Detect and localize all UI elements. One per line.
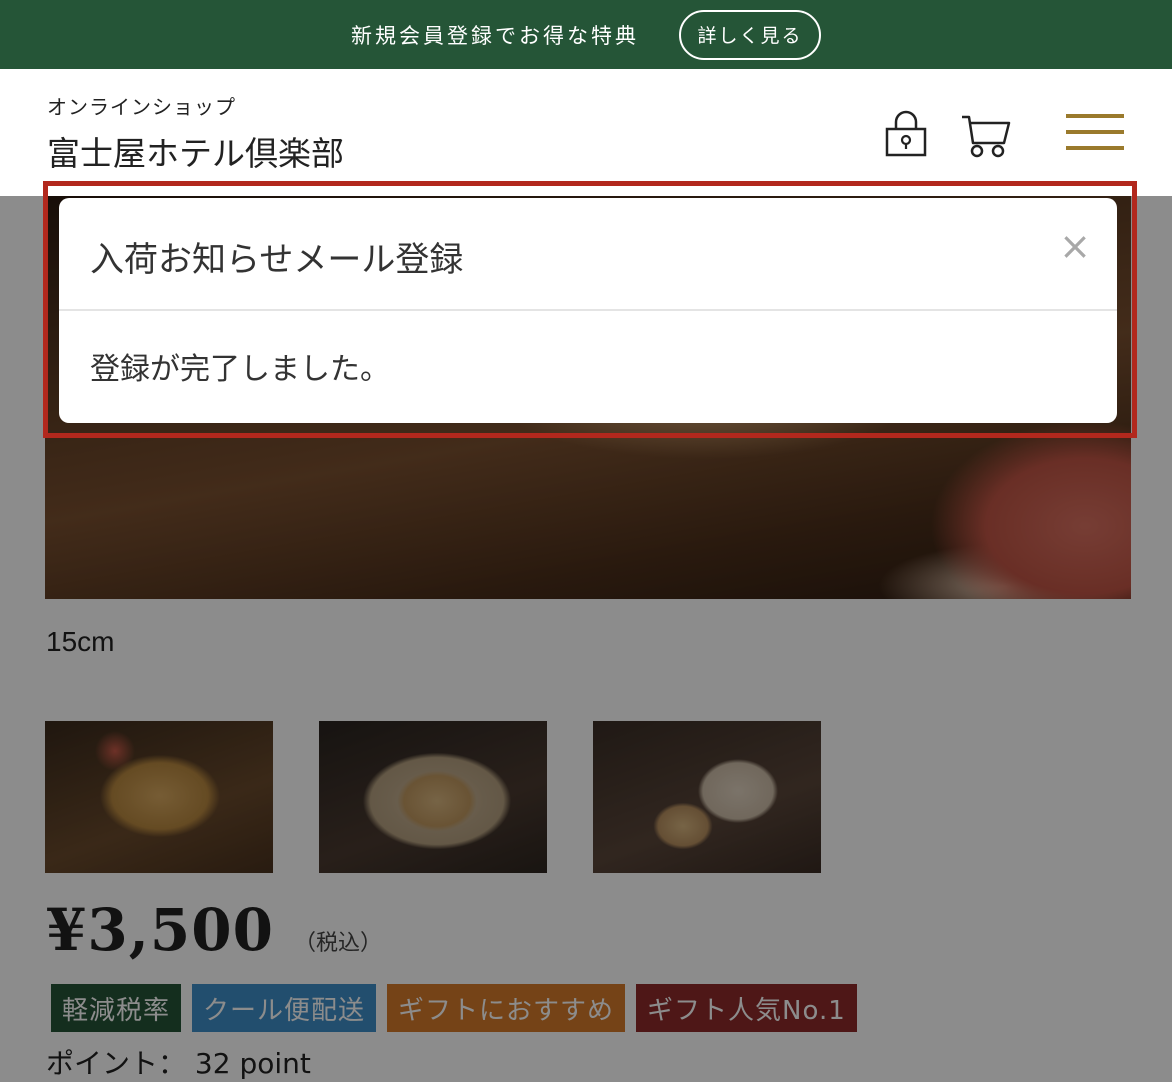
close-icon[interactable]: × <box>1055 226 1095 266</box>
modal-divider <box>59 309 1117 311</box>
promo-details-button[interactable]: 詳しく見る <box>679 9 821 60</box>
modal-title: 入荷お知らせメール登録 <box>90 240 464 280</box>
restock-notification-modal: 入荷お知らせメール登録 × 登録が完了しました。 <box>59 198 1117 423</box>
menu-bar <box>1066 114 1124 118</box>
site-header: オンラインショップ 富士屋ホテル倶楽部 <box>0 69 1172 196</box>
promo-text: 新規会員登録でお得な特典 <box>351 23 639 48</box>
menu-bar <box>1066 146 1124 150</box>
cart-icon[interactable] <box>960 113 1012 159</box>
lock-icon[interactable] <box>884 109 928 157</box>
shop-logo-name[interactable]: 富士屋ホテル倶楽部 <box>47 127 344 175</box>
menu-bar <box>1066 130 1124 134</box>
modal-message: 登録が完了しました。 <box>90 352 390 387</box>
promo-banner: 新規会員登録でお得な特典 詳しく見る <box>0 0 1172 69</box>
hamburger-menu-icon[interactable] <box>1066 114 1124 152</box>
shop-subtitle: オンラインショップ <box>47 95 236 119</box>
